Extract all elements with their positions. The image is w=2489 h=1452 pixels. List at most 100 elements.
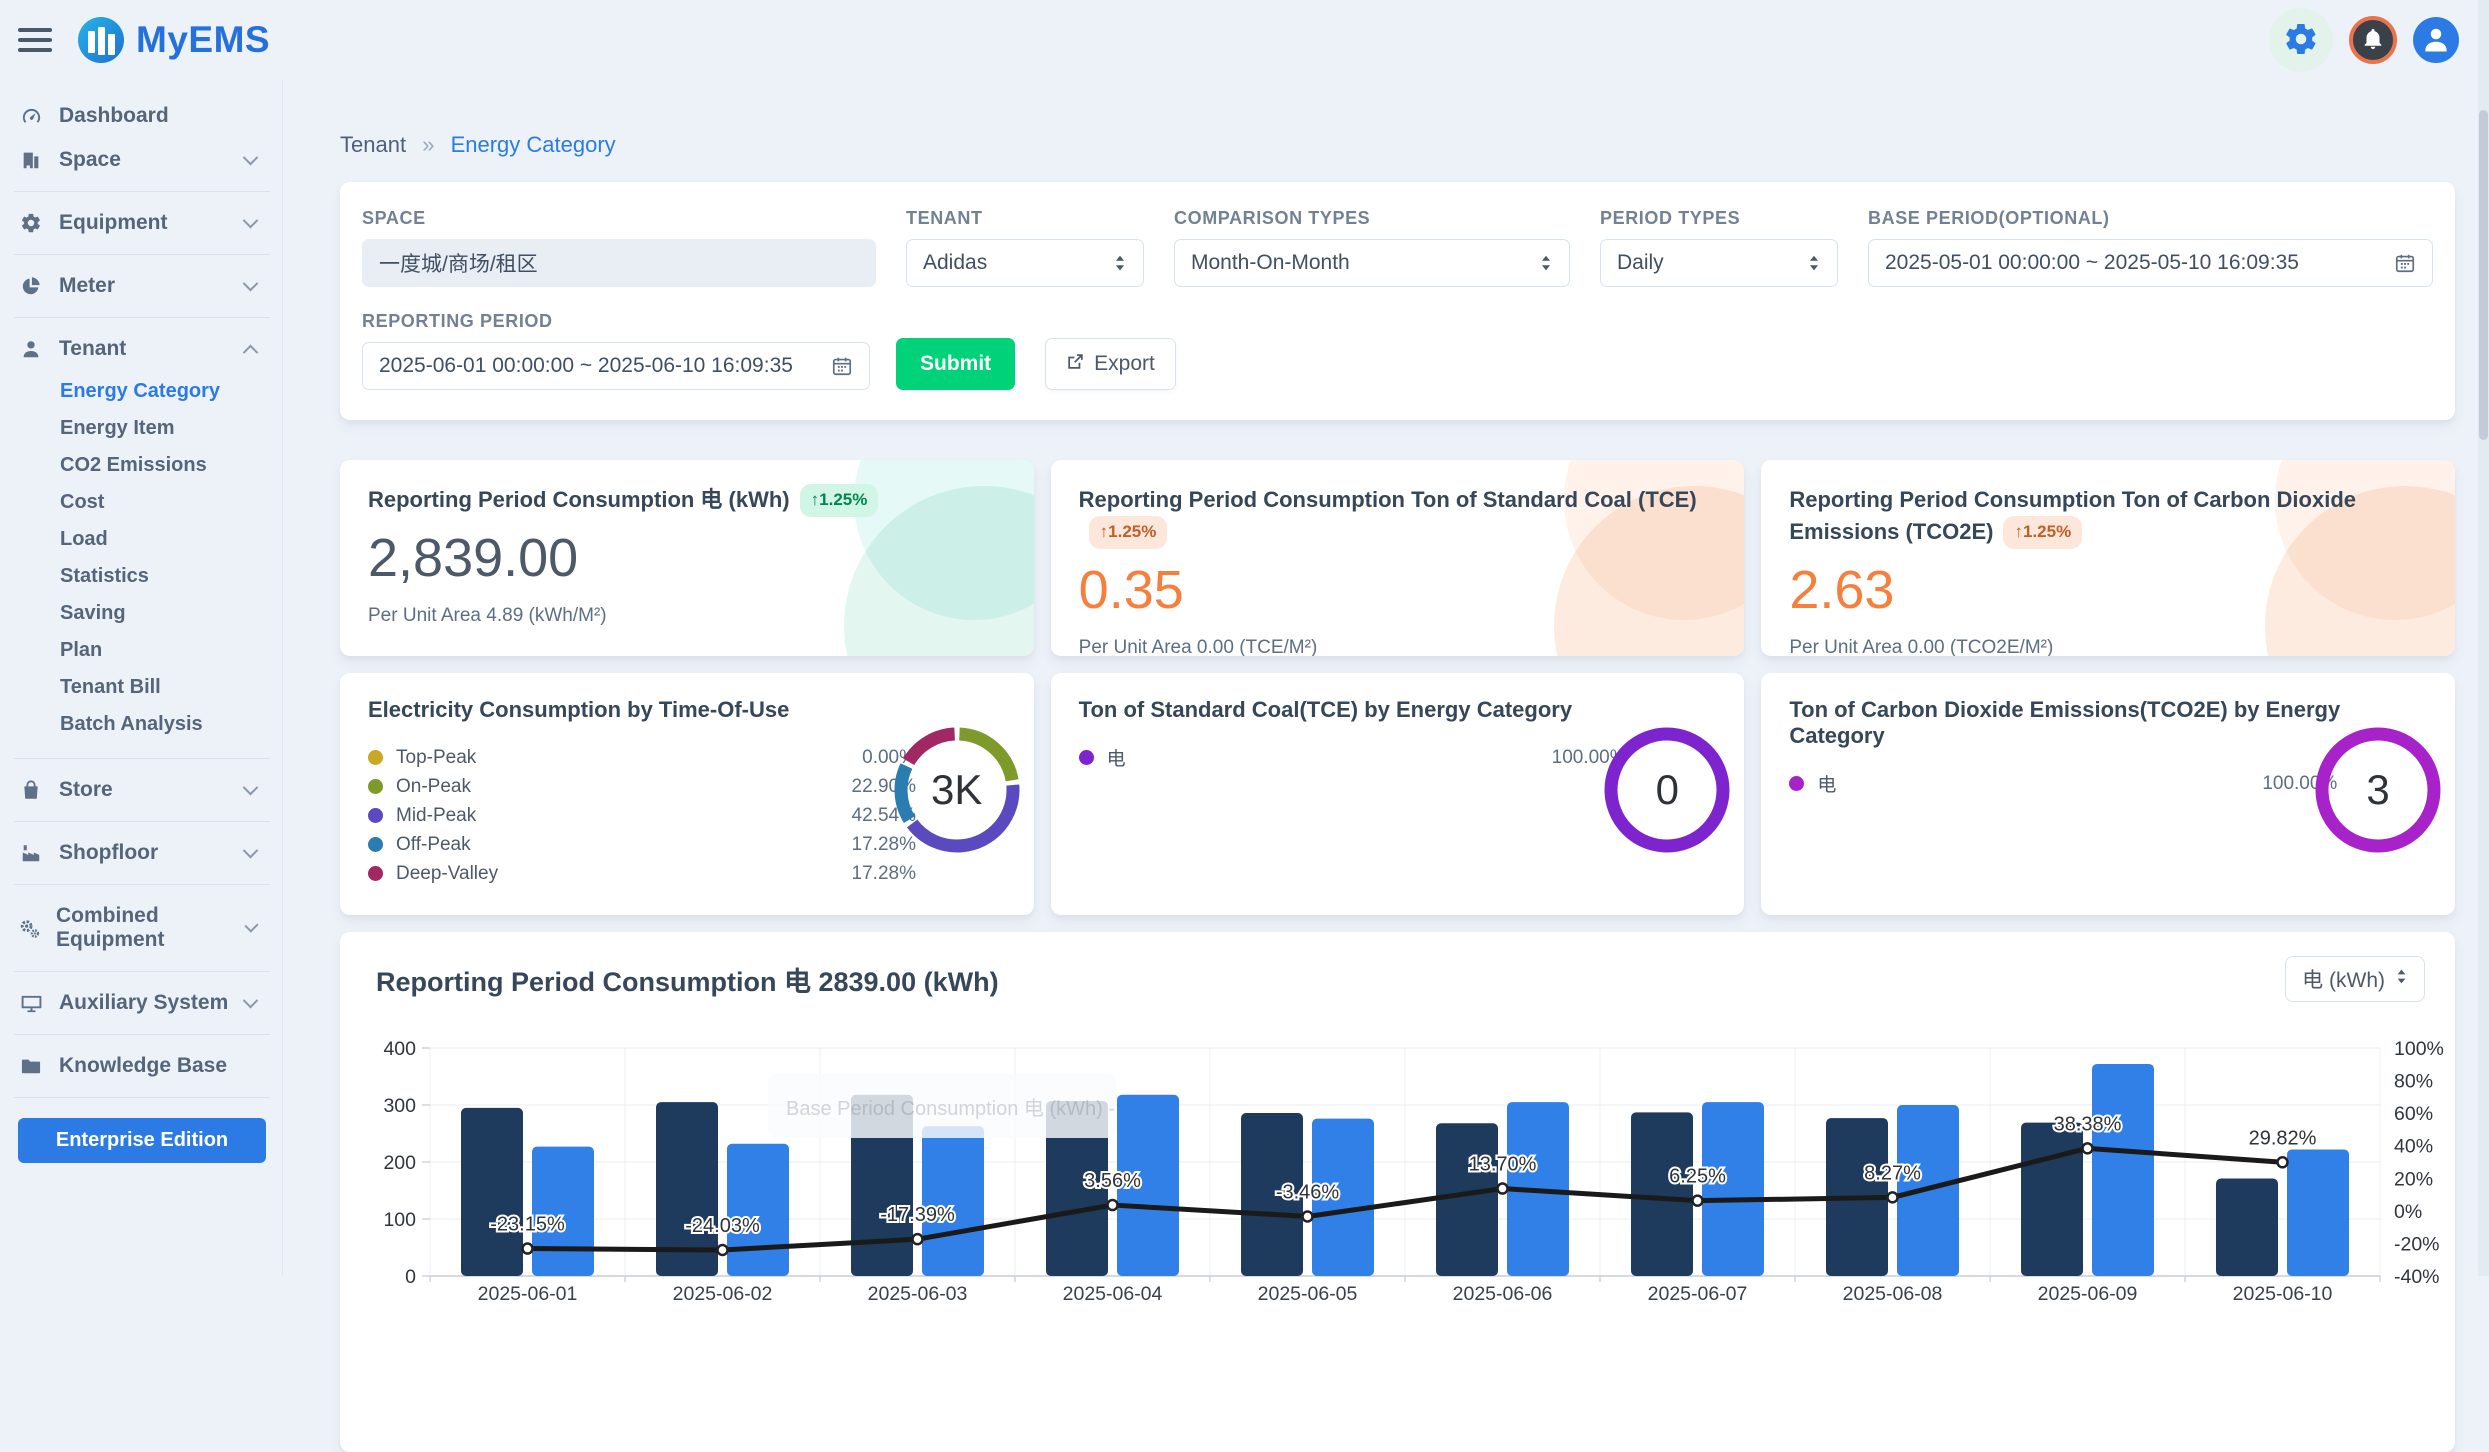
sidebar: Dashboard Space Equipment Meter Tenant E…	[0, 80, 283, 1276]
sidebar-item-label: Equipment	[59, 211, 168, 235]
line-value-label: 8.27%	[1864, 1162, 1921, 1184]
legend-label: Deep-Valley	[396, 863, 498, 885]
comparison-types-select[interactable]: Month-On-Month	[1174, 239, 1570, 287]
sidebar-item-store[interactable]: Store	[12, 768, 272, 812]
gear-icon	[18, 212, 44, 234]
user-icon	[18, 338, 44, 360]
select-arrows-icon	[2395, 967, 2408, 991]
sidebar-item-knowledge-base[interactable]: Knowledge Base	[12, 1044, 272, 1088]
bar-reporting-period	[2287, 1149, 2349, 1276]
legend-dot	[368, 808, 383, 823]
sidebar-item-meter[interactable]: Meter	[12, 264, 272, 308]
reporting-period-input[interactable]: 2025-06-01 00:00:00 ~ 2025-06-10 16:09:3…	[362, 342, 870, 390]
svg-text:-40%: -40%	[2394, 1266, 2440, 1288]
breadcrumb: Tenant » Energy Category	[340, 132, 2455, 158]
sidebar-item-tenant[interactable]: Tenant	[12, 327, 272, 371]
period-value: Daily	[1617, 251, 1664, 275]
line-value-label: -23.15%	[490, 1214, 565, 1236]
chart-tooltip-ghost: Base Period Consumption 电 (kWh) - 308.00	[768, 1074, 1116, 1138]
calendar-icon	[2382, 252, 2416, 274]
svg-text:0%: 0%	[2394, 1201, 2422, 1223]
sidebar-item-shopfloor[interactable]: Shopfloor	[12, 831, 272, 875]
legend-dot	[368, 750, 383, 765]
bar-base-period	[2216, 1179, 2278, 1276]
tenant-value: Adidas	[923, 251, 987, 275]
line-value-label: -3.46%	[1276, 1181, 1340, 1203]
breadcrumb-current[interactable]: Energy Category	[451, 132, 616, 157]
space-label: SPACE	[362, 208, 876, 229]
export-button[interactable]: Export	[1045, 338, 1176, 390]
legend-dot	[368, 837, 383, 852]
export-label: Export	[1094, 352, 1155, 376]
sidebar-divider	[14, 1034, 270, 1035]
kpi-value: 2.63	[1789, 559, 2427, 621]
donut-legend: Top-Peak0.00% On-Peak22.90% Mid-Peak42.5…	[368, 743, 916, 888]
sidebar-item-saving[interactable]: Saving	[12, 595, 272, 632]
combo-bar-line-chart[interactable]: 4003002001000100%80%60%40%20%0%-20%-40%2…	[340, 1018, 2452, 1418]
app-logo[interactable]: MyEMS	[78, 17, 270, 63]
sidebar-item-dashboard[interactable]: Dashboard	[12, 94, 272, 138]
chevron-down-icon	[243, 992, 259, 1008]
kpi-value: 0.35	[1079, 559, 1717, 621]
sidebar-item-co2-emissions[interactable]: CO2 Emissions	[12, 447, 272, 484]
hamburger-menu-icon[interactable]	[18, 22, 52, 58]
sidebar-item-energy-item[interactable]: Energy Item	[12, 410, 272, 447]
tenant-select[interactable]: Adidas	[906, 239, 1144, 287]
donut-legend: 电100.00%	[1079, 743, 1627, 772]
comparison-types-label: COMPARISON TYPES	[1174, 208, 1570, 229]
enterprise-edition-button[interactable]: Enterprise Edition	[18, 1118, 266, 1163]
unit-selector[interactable]: 电 (kWh)	[2285, 956, 2425, 1002]
svg-text:100: 100	[383, 1209, 416, 1231]
comparison-value: Month-On-Month	[1191, 251, 1350, 275]
export-icon	[1066, 352, 1085, 377]
chevron-down-icon	[243, 275, 259, 291]
bar-reporting-period	[532, 1147, 594, 1276]
bar-reporting-period	[1702, 1102, 1764, 1276]
sidebar-item-equipment[interactable]: Equipment	[12, 201, 272, 245]
donut-center-value: 3	[2309, 721, 2447, 859]
donut-center-value: 3K	[888, 721, 1026, 859]
base-period-input[interactable]: 2025-05-01 00:00:00 ~ 2025-05-10 16:09:3…	[1868, 239, 2433, 287]
sidebar-divider	[14, 254, 270, 255]
calendar-icon	[819, 355, 853, 377]
svg-text:400: 400	[383, 1038, 416, 1060]
legend-item: Off-Peak17.28%	[368, 830, 916, 859]
bag-icon	[18, 779, 44, 801]
svg-text:80%: 80%	[2394, 1071, 2433, 1093]
notifications-button[interactable]	[2349, 16, 2397, 64]
scrollbar-thumb[interactable]	[2479, 110, 2488, 440]
legend-dot	[1079, 750, 1094, 765]
select-arrows-icon	[1795, 254, 1821, 272]
x-axis-label: 2025-06-02	[673, 1283, 773, 1305]
sidebar-divider	[14, 317, 270, 318]
period-types-select[interactable]: Daily	[1600, 239, 1838, 287]
line-marker	[1108, 1200, 1118, 1210]
sidebar-divider	[14, 758, 270, 759]
sidebar-item-plan[interactable]: Plan	[12, 632, 272, 669]
sidebar-item-combined-equipment[interactable]: Combined Equipment	[12, 894, 272, 962]
legend-item: Deep-Valley 17.28%	[368, 859, 916, 888]
space-input[interactable]: 一度城/商场/租区	[362, 239, 876, 287]
reporting-period-value: 2025-06-01 00:00:00 ~ 2025-06-10 16:09:3…	[379, 354, 793, 378]
sidebar-item-load[interactable]: Load	[12, 521, 272, 558]
chart-svg: 4003002001000100%80%60%40%20%0%-20%-40%2…	[340, 1018, 2452, 1418]
sidebar-item-statistics[interactable]: Statistics	[12, 558, 272, 595]
legend-label: Top-Peak	[396, 747, 476, 769]
sidebar-item-energy-category[interactable]: Energy Category	[12, 373, 272, 410]
sidebar-item-cost[interactable]: Cost	[12, 484, 272, 521]
donut-card-tce: Ton of Standard Coal(TCE) by Energy Cate…	[1051, 673, 1745, 915]
legend-value: 17.28%	[852, 863, 916, 885]
sidebar-item-batch-analysis[interactable]: Batch Analysis	[12, 706, 272, 743]
base-period-value: 2025-05-01 00:00:00 ~ 2025-05-10 16:09:3…	[1885, 251, 2299, 275]
submit-button[interactable]: Submit	[896, 338, 1015, 390]
sidebar-item-label: Knowledge Base	[59, 1054, 227, 1078]
sidebar-item-auxiliary-system[interactable]: Auxiliary System	[12, 981, 272, 1025]
svg-text:300: 300	[383, 1095, 416, 1117]
svg-text:-20%: -20%	[2394, 1233, 2440, 1255]
settings-button[interactable]	[2269, 8, 2333, 72]
sidebar-item-space[interactable]: Space	[12, 138, 272, 182]
donut-title: Ton of Standard Coal(TCE) by Energy Cate…	[1079, 697, 1717, 723]
user-avatar[interactable]	[2413, 17, 2459, 63]
breadcrumb-parent[interactable]: Tenant	[340, 132, 406, 157]
sidebar-item-tenant-bill[interactable]: Tenant Bill	[12, 669, 272, 706]
